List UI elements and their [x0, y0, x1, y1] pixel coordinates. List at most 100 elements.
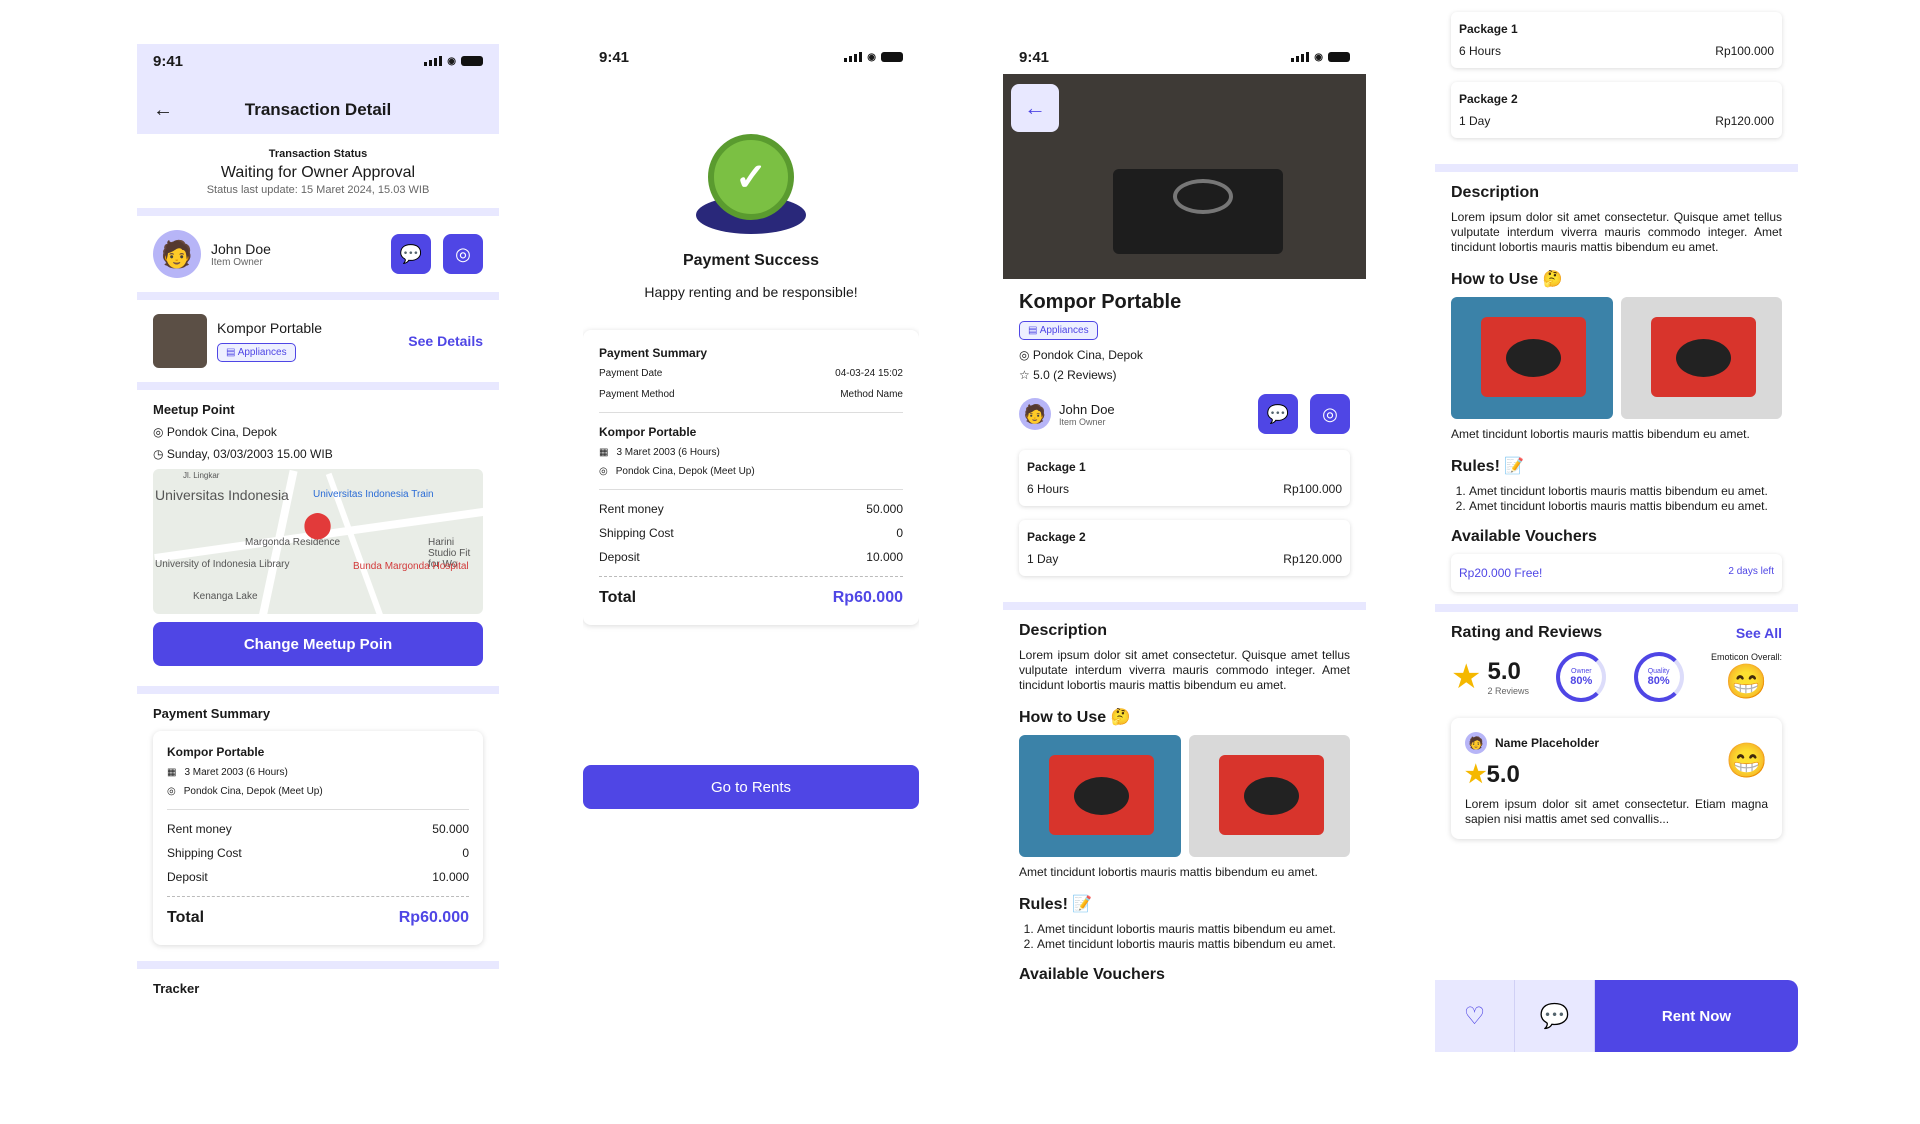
status-time: 9:41: [153, 52, 184, 70]
package-price: Rp100.000: [1283, 482, 1342, 496]
status-icons: ◉: [844, 52, 903, 63]
ratings-title: Rating and Reviews: [1451, 624, 1603, 641]
page-title: Transaction Detail: [244, 100, 392, 119]
star-icon: ★: [1451, 658, 1482, 696]
divider: [1003, 602, 1366, 610]
howto-image[interactable]: [1620, 297, 1782, 419]
total-value: Rp60.000: [832, 589, 903, 606]
meetup-location-text: Pondok Cina, Depok: [166, 425, 277, 439]
voucher-text: Rp20.000 Free!: [1459, 566, 1543, 580]
howto-gallery[interactable]: [1451, 297, 1782, 419]
meetup-location: ◎ Pondok Cina, Depok: [153, 425, 483, 439]
package-price: Rp120.000: [1715, 114, 1774, 128]
back-button[interactable]: ←: [1011, 84, 1059, 132]
owner-role: Item Owner: [211, 256, 263, 268]
map-label: Universitas Indonesia Train: [313, 489, 434, 500]
go-to-rents-button[interactable]: Go to Rents: [583, 765, 919, 809]
payment-summary-card: Kompor Portable ▦ 3 Maret 2003 (6 Hours) …: [153, 731, 483, 945]
summary-date: 3 Maret 2003 (6 Hours): [184, 767, 288, 778]
rating-value: 5.0: [1487, 658, 1521, 685]
howto-image[interactable]: [1451, 297, 1613, 419]
grin-emoji-icon: 😁: [1725, 663, 1768, 701]
chat-button[interactable]: 💬: [391, 234, 431, 274]
package-title: Package 2: [1027, 530, 1086, 544]
rule-item: Amet tincidunt lobortis mauris mattis bi…: [1469, 499, 1782, 514]
rent-now-button[interactable]: Rent Now: [1595, 980, 1798, 1052]
package-card[interactable]: Package 1 6 Hours Rp100.000: [1451, 12, 1782, 68]
payment-date-label: Payment Date: [599, 368, 663, 379]
shipping-value: 0: [896, 526, 903, 540]
star-icon: ☆: [1019, 368, 1030, 382]
owner-row: 🧑 John Doe Item Owner 💬 ◎: [1019, 394, 1350, 434]
success-illustration: ✓: [696, 134, 806, 234]
signal-icon: [844, 52, 863, 62]
howto-image[interactable]: [1188, 735, 1350, 857]
instagram-icon: ◎: [455, 243, 471, 264]
package-title: Package 1: [1459, 22, 1518, 36]
battery-icon: [461, 56, 483, 66]
chat-button[interactable]: 💬: [1515, 980, 1595, 1052]
divider: [137, 961, 499, 969]
deposit-value: 10.000: [866, 550, 903, 564]
calendar-icon: ▦: [167, 767, 177, 778]
change-meetup-button[interactable]: Change Meetup Poin: [153, 622, 483, 666]
clock-icon: ◷: [153, 447, 164, 461]
rules-title: Rules! 📝: [1019, 896, 1093, 913]
howto-gallery[interactable]: [1019, 735, 1350, 857]
package-title: Package 2: [1459, 92, 1518, 106]
category-chip: ▤ Appliances: [217, 343, 296, 362]
instagram-button[interactable]: ◎: [1310, 394, 1350, 434]
howto-image[interactable]: [1019, 735, 1181, 857]
item-date: 3 Maret 2003 (6 Hours): [616, 447, 720, 458]
rule-item: Amet tincidunt lobortis mauris mattis bi…: [1037, 937, 1350, 952]
transaction-status: Transaction Status Waiting for Owner App…: [137, 134, 499, 208]
success-title: Payment Success: [682, 252, 820, 269]
location-pin-icon: ◎: [167, 786, 176, 797]
header: 9:41 ◉ ← Transaction Detail: [137, 44, 499, 134]
status-icons: ◉: [1291, 52, 1350, 63]
item-location: Pondok Cina, Depok (Meet Up): [615, 466, 755, 477]
favorite-button[interactable]: ♡: [1435, 980, 1515, 1052]
package-card[interactable]: Package 1 6 Hours Rp100.000: [1019, 450, 1350, 506]
package-card[interactable]: Package 2 1 Day Rp120.000: [1451, 82, 1782, 138]
status-bar: 9:41 ◉: [137, 44, 499, 78]
package-price: Rp120.000: [1283, 552, 1342, 566]
chat-icon: 💬: [399, 243, 423, 264]
payment-date-value: 04-03-24 15:02: [835, 368, 903, 379]
divider: [137, 382, 499, 390]
tracker-title: Tracker: [153, 981, 200, 996]
chat-button[interactable]: 💬: [1258, 394, 1298, 434]
instagram-button[interactable]: ◎: [443, 234, 483, 274]
package-card[interactable]: Package 2 1 Day Rp120.000: [1019, 520, 1350, 576]
meetup-map[interactable]: Universitas Indonesia Universitas Indone…: [153, 469, 483, 614]
map-label: Kenanga Lake: [193, 591, 258, 602]
category-chip: ▤ Appliances: [1019, 321, 1098, 340]
map-label: University of Indonesia Library: [155, 559, 290, 570]
checkmark-icon: ✓: [708, 134, 794, 220]
item-name: Kompor Portable: [217, 320, 323, 336]
see-all-link[interactable]: See All: [1736, 625, 1782, 641]
package-price: Rp100.000: [1715, 44, 1774, 58]
voucher-card[interactable]: Rp20.000 Free! 2 days left: [1451, 554, 1782, 592]
description-text: Lorem ipsum dolor sit amet consectetur. …: [1451, 210, 1782, 254]
review-card: 🧑 Name Placeholder ★5.0 😁 Lorem ipsum do…: [1451, 718, 1782, 839]
deposit-label: Deposit: [599, 550, 640, 564]
package-duration: 1 Day: [1459, 114, 1491, 128]
avatar: 🧑: [1465, 732, 1487, 754]
item-detail-scrolled-screen: Package 1 6 Hours Rp100.000 Package 2 1 D…: [1435, 0, 1798, 1080]
status-bar: 9:41 ◉: [583, 40, 919, 74]
wifi-icon: ◉: [1314, 51, 1323, 63]
divider: [137, 292, 499, 300]
howto-title: How to Use 🤔: [1451, 271, 1563, 288]
rules-title: Rules! 📝: [1451, 458, 1525, 475]
total-label: Total: [167, 909, 205, 926]
category-label: Appliances: [237, 347, 287, 358]
signal-icon: [1291, 52, 1310, 62]
deposit-value: 10.000: [432, 870, 469, 884]
status-bar: 9:41 ◉: [1003, 40, 1366, 74]
see-details-link[interactable]: See Details: [408, 333, 483, 349]
status-time: 9:41: [599, 48, 630, 66]
rating-count: 2 Reviews: [1487, 686, 1529, 696]
item-row: Kompor Portable ▤ Appliances See Details: [137, 300, 499, 382]
owner-role: Item Owner: [1059, 416, 1106, 427]
